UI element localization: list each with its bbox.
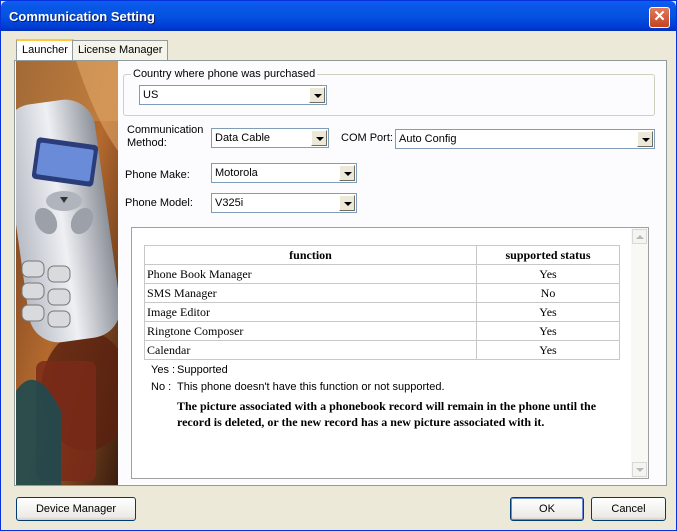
function-name: SMS Manager	[144, 283, 477, 303]
vertical-scrollbar[interactable]	[631, 228, 648, 478]
communication-method-select[interactable]: Data Cable	[211, 128, 329, 148]
phone-make-label: Phone Make:	[125, 169, 190, 181]
function-status: Yes	[476, 302, 620, 322]
close-button[interactable]: ✕	[649, 7, 670, 28]
table-row: Ringtone Composer Yes	[144, 321, 620, 341]
table-header-row: function supported status	[144, 245, 620, 265]
picture-note: The picture associated with a phonebook …	[177, 399, 597, 429]
scroll-up-icon[interactable]	[632, 229, 647, 244]
phone-model-value: V325i	[215, 197, 244, 209]
function-status: Yes	[476, 321, 620, 341]
legend-no-text: This phone doesn't have this function or…	[177, 381, 445, 393]
communication-method-label: Communication Method:	[127, 124, 204, 149]
function-status: No	[476, 283, 620, 303]
com-port-select[interactable]: Auto Config	[395, 129, 655, 149]
function-name: Phone Book Manager	[144, 264, 477, 284]
chevron-down-icon[interactable]	[339, 195, 355, 211]
country-value: US	[143, 89, 159, 101]
function-status: Yes	[476, 264, 620, 284]
phone-make-value: Motorola	[215, 167, 258, 179]
table-row: Image Editor Yes	[144, 302, 620, 322]
communication-setting-window: Communication Setting ✕ Launcher License…	[0, 0, 677, 531]
legend-yes-text: Supported	[177, 364, 228, 376]
com-port-label: COM Port:	[341, 132, 393, 144]
title-bar[interactable]: Communication Setting ✕	[1, 1, 676, 31]
phone-model-label: Phone Model:	[125, 197, 193, 209]
legend-yes-key: Yes :	[151, 364, 176, 376]
column-header-function: function	[144, 245, 477, 265]
ok-button[interactable]: OK	[510, 497, 584, 521]
function-name: Calendar	[144, 340, 477, 360]
function-name: Ringtone Composer	[144, 321, 477, 341]
function-name: Image Editor	[144, 302, 477, 322]
function-status: Yes	[476, 340, 620, 360]
tab-license-manager[interactable]: License Manager	[72, 40, 169, 60]
device-manager-button[interactable]: Device Manager	[16, 497, 136, 521]
function-table: function supported status Phone Book Man…	[144, 245, 620, 360]
tab-launcher[interactable]: Launcher	[16, 39, 74, 61]
communication-method-value: Data Cable	[215, 132, 271, 144]
com-port-value: Auto Config	[399, 133, 457, 145]
scroll-down-icon[interactable]	[632, 462, 647, 477]
cancel-button[interactable]: Cancel	[591, 497, 666, 521]
chevron-down-icon[interactable]	[339, 165, 355, 181]
column-header-status: supported status	[476, 245, 620, 265]
chevron-down-icon[interactable]	[309, 87, 325, 103]
phone-illustration	[16, 61, 118, 485]
country-group-label: Country where phone was purchased	[131, 68, 318, 80]
window-title: Communication Setting	[9, 9, 155, 24]
phone-make-select[interactable]: Motorola	[211, 163, 357, 183]
chevron-down-icon[interactable]	[311, 130, 327, 146]
country-select[interactable]: US	[139, 85, 327, 105]
chevron-down-icon[interactable]	[637, 131, 653, 147]
phone-model-select[interactable]: V325i	[211, 193, 357, 213]
table-row: Phone Book Manager Yes	[144, 264, 620, 284]
table-row: SMS Manager No	[144, 283, 620, 303]
legend-no-key: No :	[151, 381, 172, 393]
function-support-panel: function supported status Phone Book Man…	[131, 227, 649, 479]
table-row: Calendar Yes	[144, 340, 620, 360]
